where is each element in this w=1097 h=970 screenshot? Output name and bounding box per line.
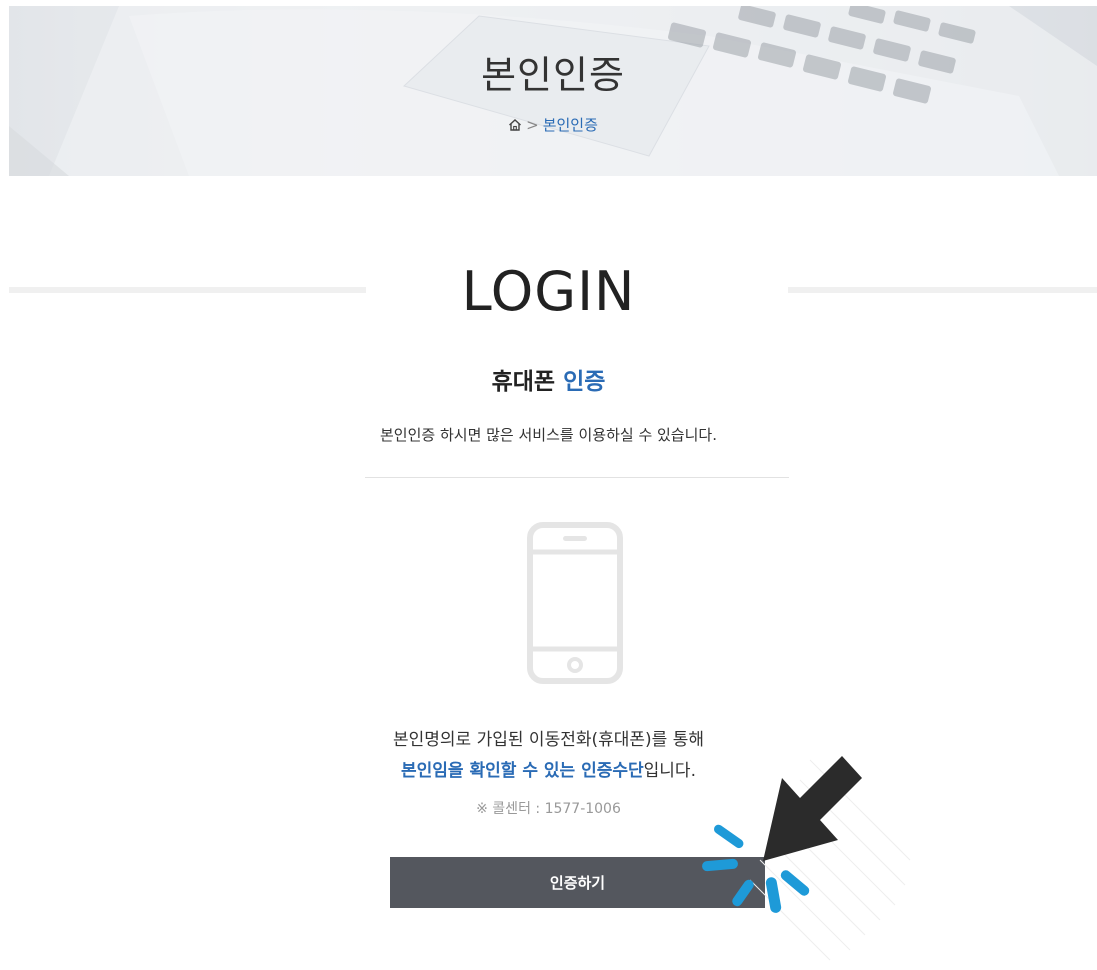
section-title-prefix: 휴대폰 <box>491 369 556 395</box>
breadcrumb-current[interactable]: 본인인증 <box>543 114 598 135</box>
breadcrumb: > 본인인증 <box>9 114 1097 135</box>
page-banner: 본인인증 > 본인인증 <box>9 6 1097 176</box>
section-description: 본인인증 하시면 많은 서비스를 이용하실 수 있습니다. <box>380 426 717 444</box>
banner-title: 본인인증 <box>481 53 625 97</box>
callcenter-info: ※ 콜센터 : 1577-1006 <box>476 801 621 817</box>
login-heading: LOGIN <box>461 260 636 323</box>
info-line-2-accent: 본인임을 확인할 수 있는 인증수단 <box>401 761 644 781</box>
section-title: 휴대폰 인증 <box>0 362 1097 396</box>
section-title-accent: 인증 <box>563 369 606 395</box>
breadcrumb-separator: > <box>526 115 539 134</box>
home-icon[interactable] <box>508 118 522 132</box>
info-line-1: 본인명의로 가입된 이동전화(휴대폰)를 통해 <box>393 730 704 750</box>
info-line-2: 본인임을 확인할 수 있는 인증수단입니다. <box>0 756 1097 787</box>
divider <box>365 477 789 478</box>
verify-button[interactable]: 인증하기 <box>390 857 765 908</box>
smartphone-icon <box>527 522 623 688</box>
click-halo <box>749 759 911 961</box>
info-line-2-suffix: 입니다. <box>643 761 696 781</box>
info-text: 본인명의로 가입된 이동전화(휴대폰)를 통해 본인임을 확인할 수 있는 인증… <box>0 725 1097 787</box>
